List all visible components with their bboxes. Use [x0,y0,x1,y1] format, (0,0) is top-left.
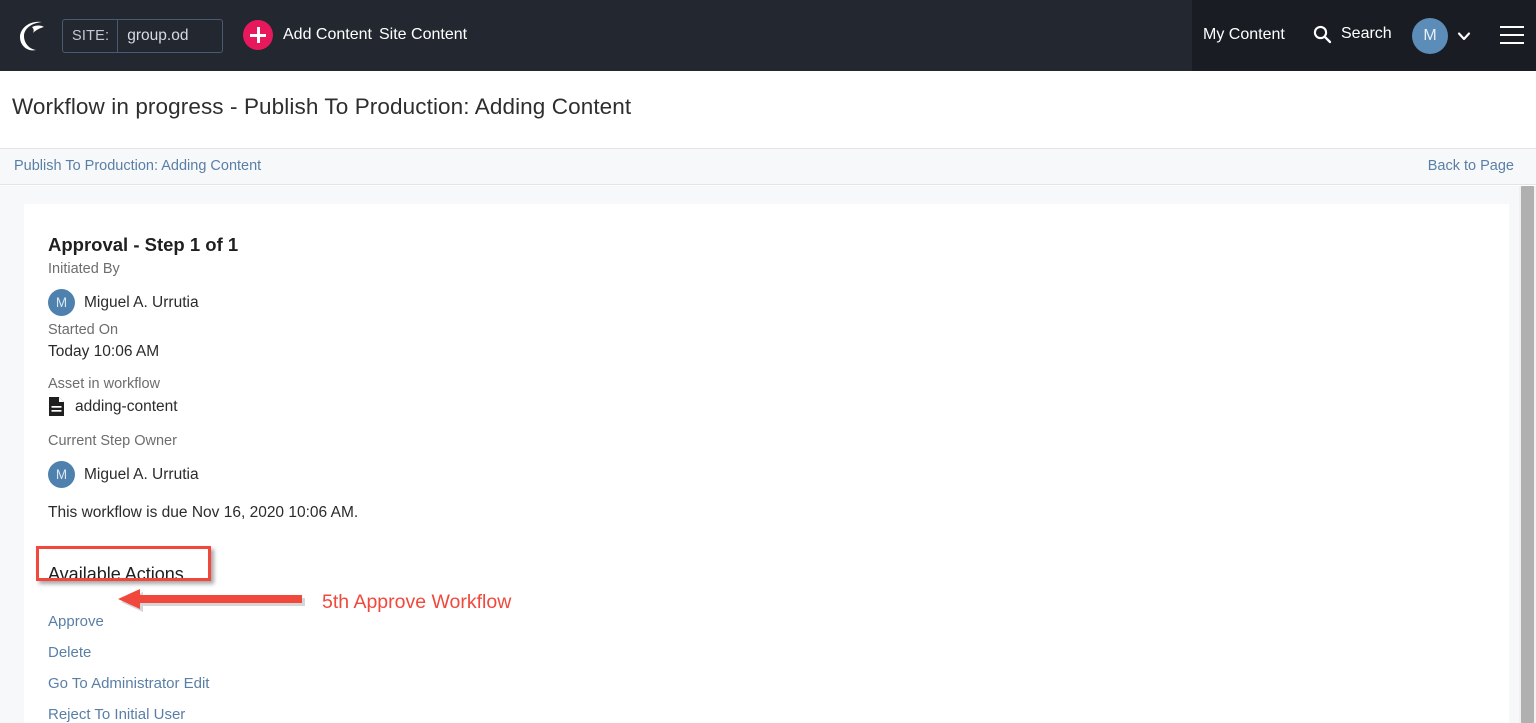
available-actions-heading: Available Actions [48,564,184,585]
started-on-value: Today 10:06 AM [48,343,159,361]
vertical-scrollbar-thumb[interactable] [1521,186,1534,723]
action-approve-link[interactable]: Approve [48,613,104,630]
workflow-step-title: Approval - Step 1 of 1 [48,234,238,256]
user-avatar[interactable]: M [1412,18,1448,54]
avatar: M [48,289,75,316]
avatar: M [48,461,75,488]
site-input[interactable]: group.od [118,20,222,52]
current-step-owner-name: Miguel A. Urrutia [84,466,199,484]
site-content-nav-link[interactable]: Site Content [379,26,467,44]
initiated-by-user: M Miguel A. Urrutia [48,289,199,316]
content-area: Approval - Step 1 of 1 Initiated By M Mi… [0,186,1536,723]
current-step-owner-user: M Miguel A. Urrutia [48,461,199,488]
initiated-by-name: Miguel A. Urrutia [84,294,199,312]
page-title: Workflow in progress - Publish To Produc… [12,94,631,120]
search-button[interactable]: Search [1312,24,1392,44]
search-icon [1312,24,1332,44]
site-label: SITE: [63,20,118,52]
add-content-button[interactable]: Add Content [243,20,372,50]
breadcrumb-bar: Publish To Production: Adding Content Ba… [0,148,1536,185]
top-navigation-bar: SITE: group.od Add Content Site Content … [0,0,1536,71]
chevron-down-icon[interactable] [1456,28,1472,44]
annotation-callout-text: 5th Approve Workflow [322,591,511,614]
asset-in-workflow-row: adding-content [48,396,178,417]
started-on-label: Started On [48,322,118,338]
vertical-scrollbar-track[interactable] [1519,186,1536,723]
asset-name: adding-content [75,398,178,416]
initiated-by-label: Initiated By [48,261,120,277]
plus-circle-icon [243,20,273,50]
hamburger-menu-icon[interactable] [1500,26,1524,44]
site-selector[interactable]: SITE: group.od [62,19,223,53]
current-step-owner-label: Current Step Owner [48,433,177,449]
add-content-label: Add Content [283,26,372,44]
workflow-due-text: This workflow is due Nov 16, 2020 10:06 … [48,504,358,522]
action-go-to-administrator-edit-link[interactable]: Go To Administrator Edit [48,675,209,692]
document-file-icon [48,396,65,417]
back-to-page-link[interactable]: Back to Page [1428,158,1514,174]
search-label: Search [1341,25,1392,43]
action-reject-to-initial-user-link[interactable]: Reject To Initial User [48,706,185,723]
workflow-details-card: Approval - Step 1 of 1 Initiated By M Mi… [24,204,1509,723]
cascade-crescent-logo-icon[interactable] [12,16,52,56]
action-delete-link[interactable]: Delete [48,644,91,661]
asset-in-workflow-label: Asset in workflow [48,376,160,392]
breadcrumb-workflow-link[interactable]: Publish To Production: Adding Content [14,158,261,174]
my-content-nav-link[interactable]: My Content [1203,26,1285,44]
